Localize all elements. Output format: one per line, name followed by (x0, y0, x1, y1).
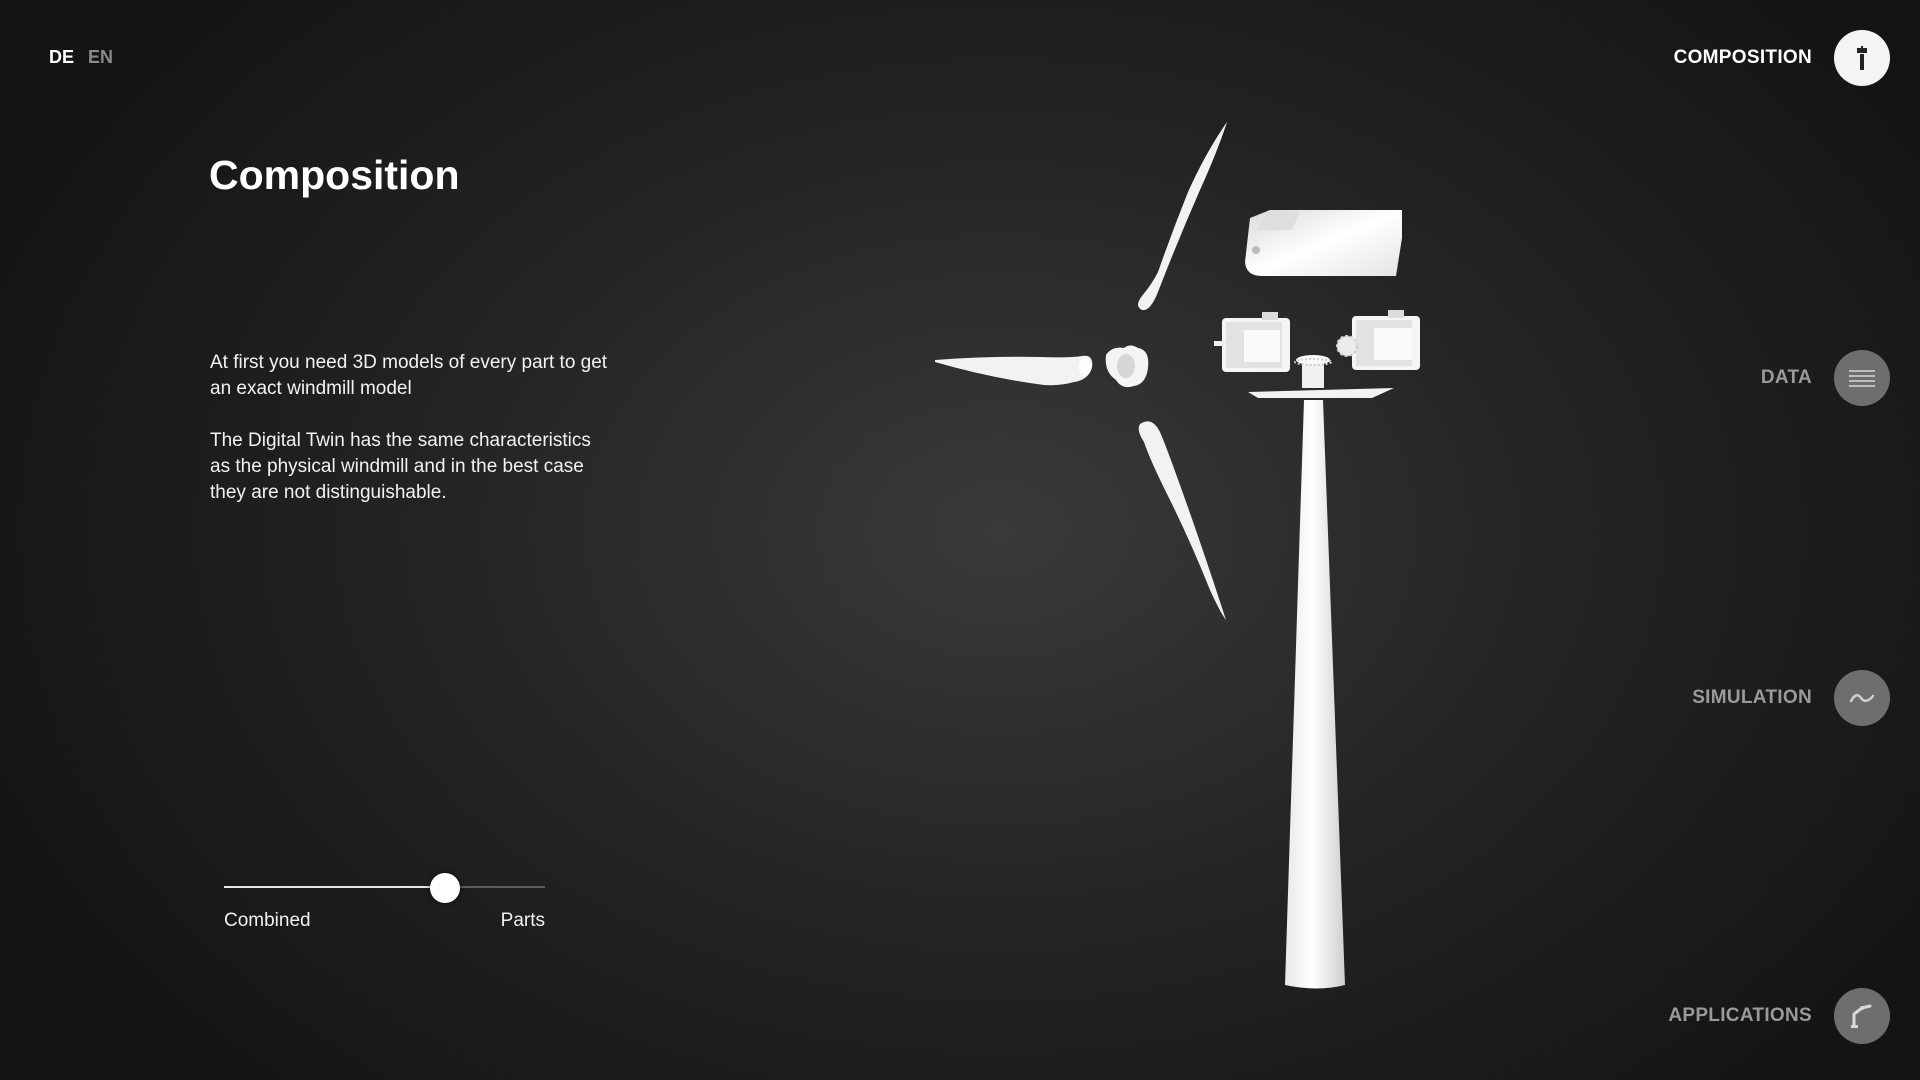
base-plate (1248, 388, 1394, 398)
motor-right (1336, 310, 1420, 370)
windmill-model[interactable] (0, 0, 1920, 1080)
tower (1285, 400, 1345, 989)
blade-left (935, 355, 1093, 386)
blade-top (1138, 122, 1227, 311)
blade-left-root (1079, 358, 1091, 376)
nacelle-cover (1245, 210, 1402, 276)
hub (1105, 345, 1149, 388)
blade-bottom (1138, 421, 1226, 620)
gear (1294, 355, 1332, 388)
motor-left (1214, 312, 1290, 372)
